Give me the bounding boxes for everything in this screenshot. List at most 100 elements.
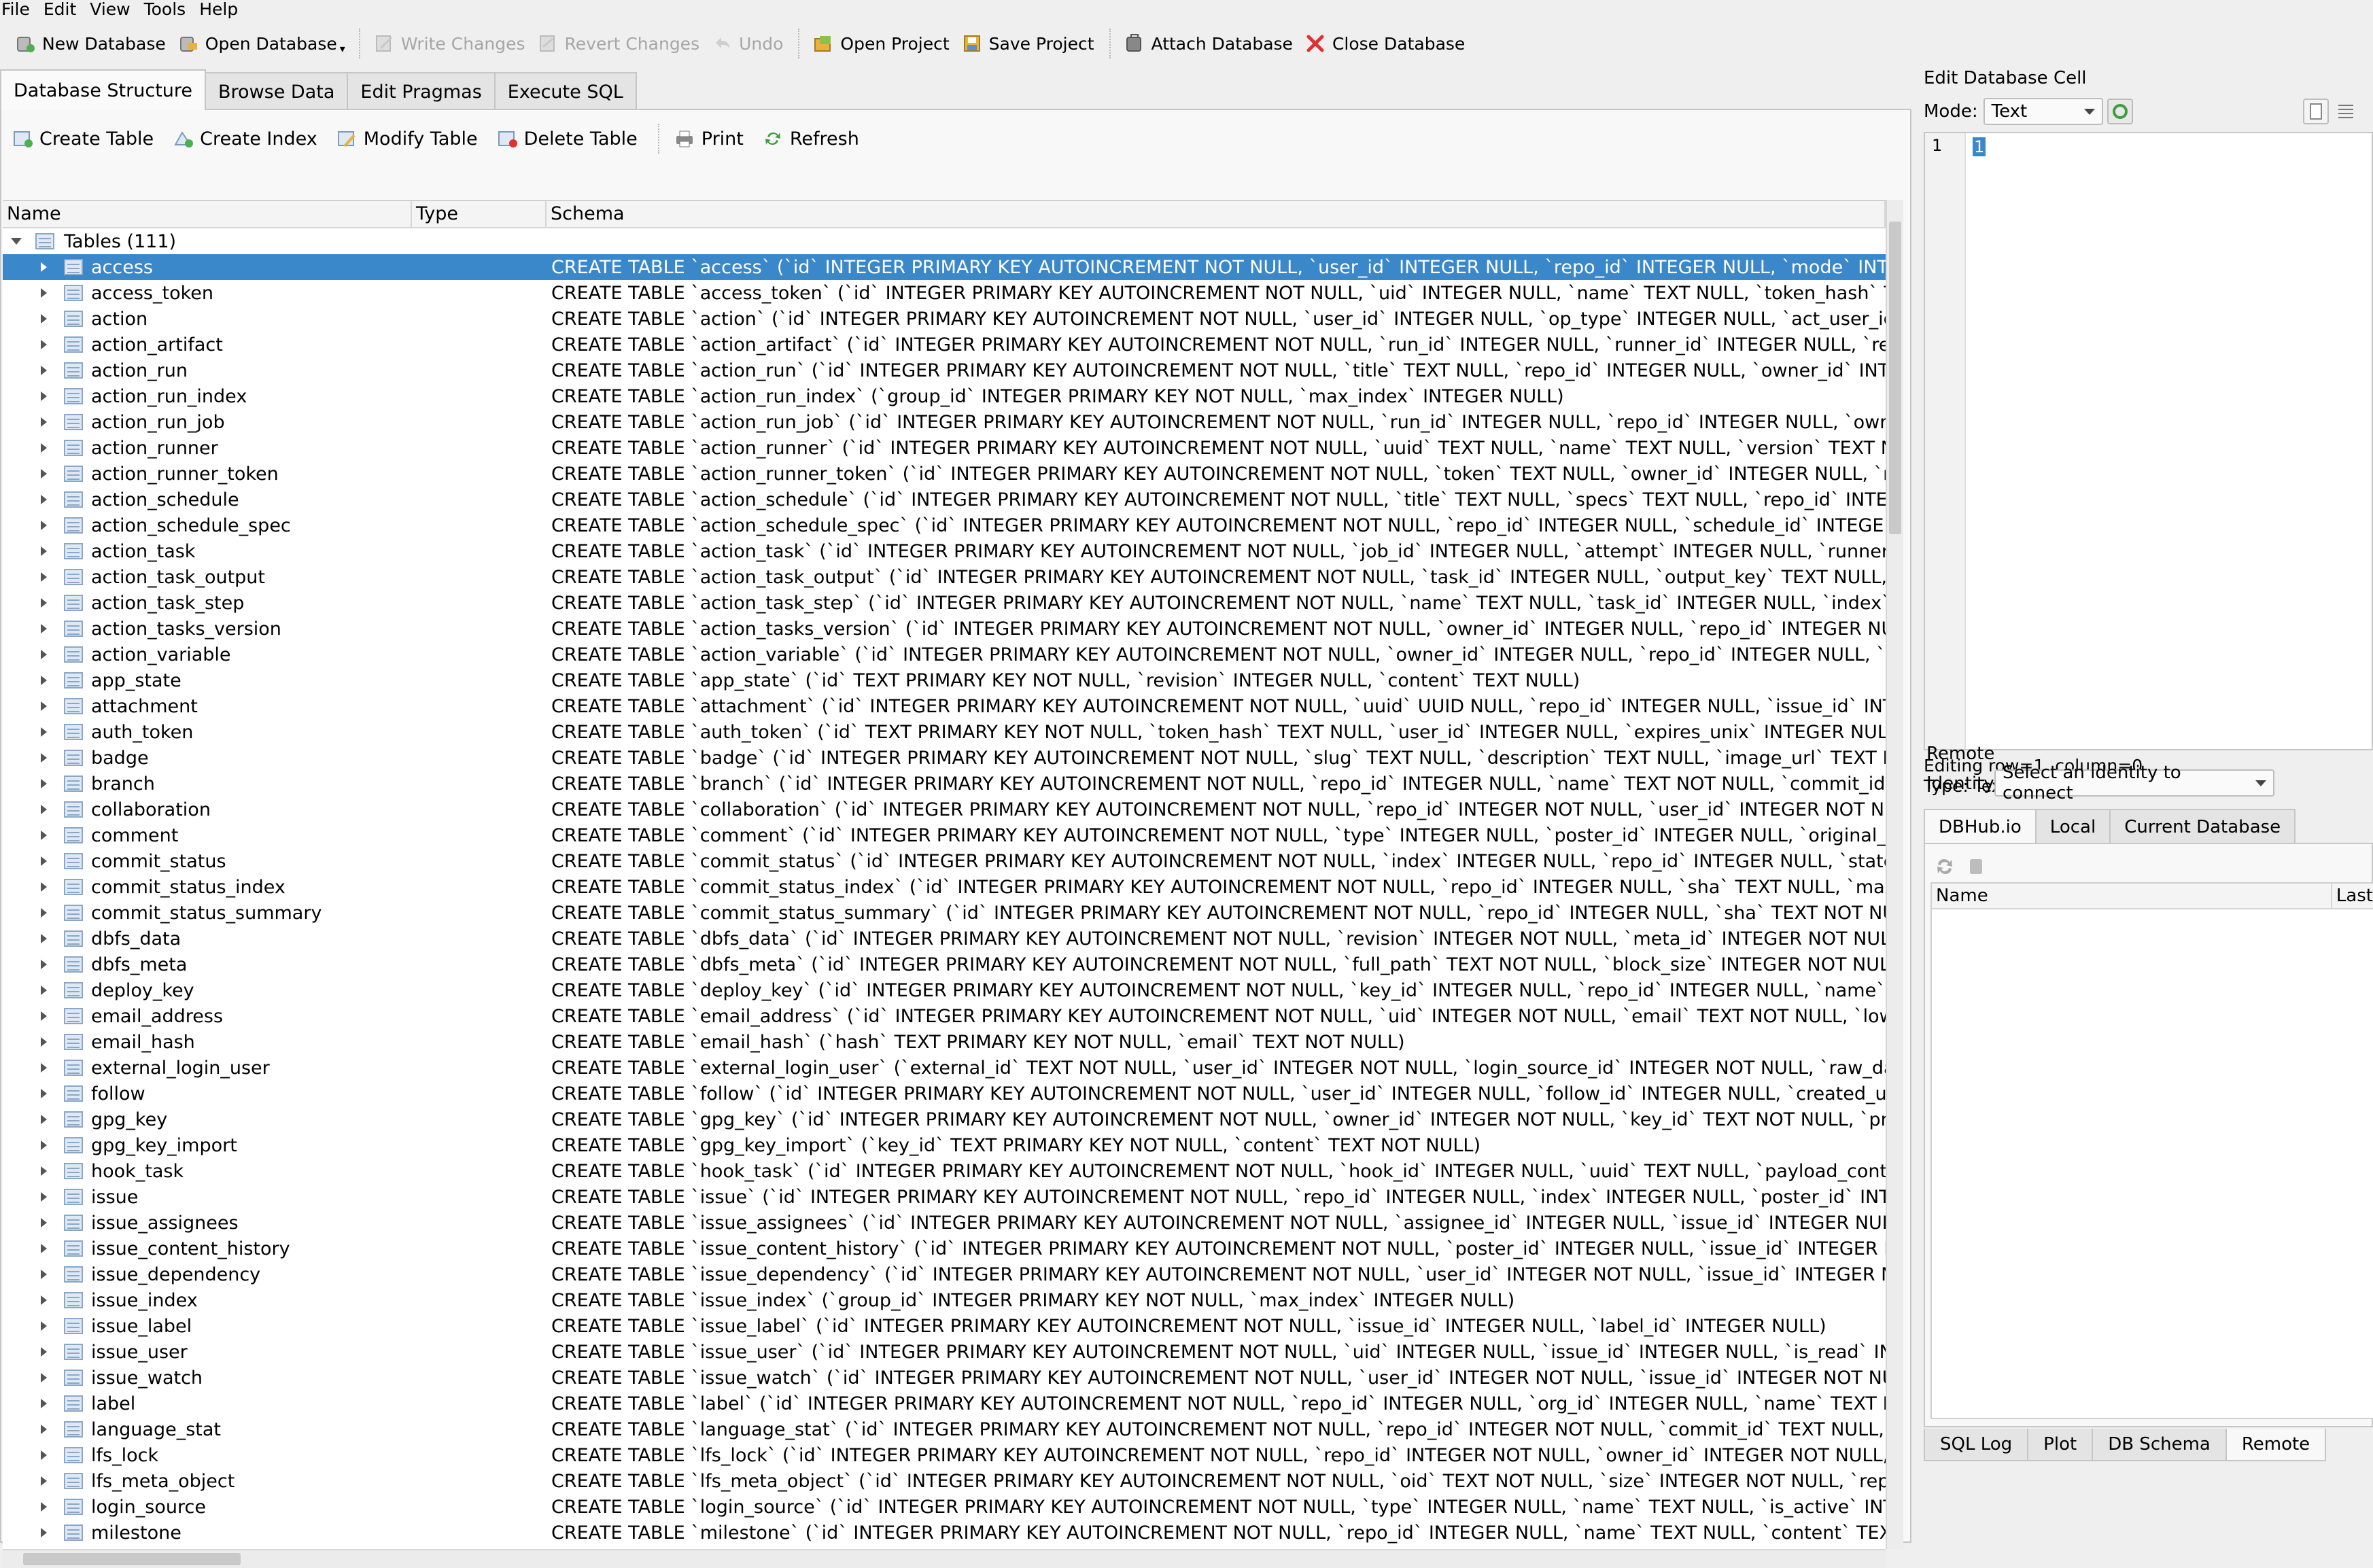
column-header-name[interactable]: Name xyxy=(3,201,412,227)
menu-view[interactable]: View xyxy=(87,0,141,18)
table-row[interactable]: issue_dependency CREATE TABLE `issue_depe… xyxy=(3,1261,1886,1287)
expand-arrow-icon[interactable] xyxy=(41,546,47,556)
expand-arrow-icon[interactable] xyxy=(41,288,47,298)
new-database-button[interactable]: New Database xyxy=(10,24,173,63)
expand-arrow-icon[interactable] xyxy=(41,1476,47,1486)
expand-arrow-icon[interactable] xyxy=(41,340,47,349)
table-row[interactable]: app_state CREATE TABLE `app_state` (`id` … xyxy=(3,667,1886,693)
schema-tree[interactable]: Name Type Schema Tables (111) access CREA… xyxy=(3,200,1886,1549)
expand-arrow-icon[interactable] xyxy=(41,676,47,685)
menu-help[interactable]: Help xyxy=(196,0,249,18)
tree-root-tables[interactable]: Tables (111) xyxy=(3,228,1886,254)
table-row[interactable]: commit_status CREATE TABLE `commit_status… xyxy=(3,848,1886,874)
expand-arrow-icon[interactable] xyxy=(41,1425,47,1434)
cell-value-text[interactable]: 1 xyxy=(1973,137,1986,156)
expand-arrow-icon[interactable] xyxy=(41,934,47,943)
table-row[interactable]: dbfs_meta CREATE TABLE `dbfs_meta` (`id` … xyxy=(3,952,1886,977)
expand-arrow-icon[interactable] xyxy=(41,1528,47,1537)
table-row[interactable]: action_runner_token CREATE TABLE `action_… xyxy=(3,461,1886,487)
expand-arrow-icon[interactable] xyxy=(41,391,47,401)
table-row[interactable]: action_schedule CREATE TABLE `action_sche… xyxy=(3,487,1886,512)
tab-database-structure[interactable]: Database Structure xyxy=(0,69,207,110)
tab-sql-log[interactable]: SQL Log xyxy=(1924,1429,2029,1461)
expand-arrow-icon[interactable] xyxy=(41,779,47,788)
tab-dbhub[interactable]: DBHub.io xyxy=(1924,809,2037,844)
export-icon[interactable] xyxy=(2336,101,2356,122)
table-row[interactable]: action_variable CREATE TABLE `action_vari… xyxy=(3,642,1886,667)
delete-table-button[interactable]: Delete Table xyxy=(490,120,650,158)
expand-arrow-icon[interactable] xyxy=(41,908,47,918)
expand-arrow-icon[interactable] xyxy=(41,831,47,840)
expand-arrow-icon[interactable] xyxy=(41,960,47,969)
write-changes-button[interactable]: Write Changes xyxy=(368,24,532,63)
expand-arrow-icon[interactable] xyxy=(41,1270,47,1279)
auto-format-icon[interactable] xyxy=(2107,99,2133,124)
table-row[interactable]: action_runner CREATE TABLE `action_runner… xyxy=(3,435,1886,461)
open-database-button[interactable]: Open Database xyxy=(173,24,344,63)
expand-arrow-icon[interactable] xyxy=(41,1089,47,1098)
table-row[interactable]: deploy_key CREATE TABLE `deploy_key` (`id… xyxy=(3,977,1886,1003)
column-header-schema[interactable]: Schema xyxy=(547,201,1886,227)
table-row[interactable]: gpg_key_import CREATE TABLE `gpg_key_impo… xyxy=(3,1132,1886,1158)
tab-execute-sql[interactable]: Execute SQL xyxy=(493,72,637,110)
tab-db-schema[interactable]: DB Schema xyxy=(2092,1429,2227,1461)
table-row[interactable]: follow CREATE TABLE `follow` (`id` INTEGE… xyxy=(3,1081,1886,1107)
table-row[interactable]: login_source CREATE TABLE `login_source` … xyxy=(3,1494,1886,1520)
tree-horizontal-scrollbar[interactable] xyxy=(3,1549,1886,1568)
table-row[interactable]: auth_token CREATE TABLE `auth_token` (`id… xyxy=(3,719,1886,745)
expand-arrow-icon[interactable] xyxy=(41,1115,47,1124)
print-button[interactable]: Print xyxy=(668,120,756,158)
expand-arrow-icon[interactable] xyxy=(41,314,47,324)
expand-arrow-icon[interactable] xyxy=(41,1450,47,1460)
table-row[interactable]: commit_status_summary CREATE TABLE `commi… xyxy=(3,900,1886,926)
table-row[interactable]: action_task CREATE TABLE `action_task` (`… xyxy=(3,538,1886,564)
table-row[interactable]: issue_content_history CREATE TABLE `issue… xyxy=(3,1236,1886,1261)
undo-button[interactable]: Undo xyxy=(706,24,790,63)
column-header-name[interactable]: Name xyxy=(1932,884,2332,908)
expand-arrow-icon[interactable] xyxy=(41,727,47,737)
table-row[interactable]: action CREATE TABLE `action` (`id` INTEGE… xyxy=(3,306,1886,332)
table-row[interactable]: comment CREATE TABLE `comment` (`id` INTE… xyxy=(3,822,1886,848)
expand-arrow-icon[interactable] xyxy=(41,856,47,866)
expand-arrow-icon[interactable] xyxy=(41,469,47,478)
table-row[interactable]: external_login_user CREATE TABLE `externa… xyxy=(3,1055,1886,1081)
table-row[interactable]: action_tasks_version CREATE TABLE `action… xyxy=(3,616,1886,642)
table-row[interactable]: commit_status_index CREATE TABLE `commit_… xyxy=(3,874,1886,900)
mode-select[interactable]: Text xyxy=(1983,98,2103,125)
table-row[interactable]: action_run CREATE TABLE `action_run` (`id… xyxy=(3,358,1886,383)
expand-arrow-icon[interactable] xyxy=(41,521,47,530)
table-row[interactable]: lfs_meta_object CREATE TABLE `lfs_meta_ob… xyxy=(3,1468,1886,1494)
expand-arrow-icon[interactable] xyxy=(41,417,47,427)
tab-browse-data[interactable]: Browse Data xyxy=(205,72,349,110)
table-row[interactable]: lfs_lock CREATE TABLE `lfs_lock` (`id` IN… xyxy=(3,1442,1886,1468)
table-row[interactable]: action_run_index CREATE TABLE `action_run… xyxy=(3,383,1886,409)
expand-arrow-icon[interactable] xyxy=(41,986,47,995)
expand-arrow-icon[interactable] xyxy=(41,701,47,711)
expand-arrow-icon[interactable] xyxy=(41,1399,47,1408)
table-row[interactable]: issue_watch CREATE TABLE `issue_watch` (`… xyxy=(3,1365,1886,1391)
table-row[interactable]: language_stat CREATE TABLE `language_stat… xyxy=(3,1416,1886,1442)
remote-list[interactable]: Name Last xyxy=(1930,882,2373,1419)
table-row[interactable]: attachment CREATE TABLE `attachment` (`id… xyxy=(3,693,1886,719)
expand-arrow-icon[interactable] xyxy=(41,1166,47,1176)
expand-arrow-icon[interactable] xyxy=(41,1244,47,1253)
expand-arrow-icon[interactable] xyxy=(41,1037,47,1047)
column-header-last[interactable]: Last xyxy=(2332,884,2373,908)
expand-arrow-icon[interactable] xyxy=(41,1140,47,1150)
table-row[interactable]: collaboration CREATE TABLE `collaboration… xyxy=(3,797,1886,822)
table-row[interactable]: issue_label CREATE TABLE `issue_label` (`… xyxy=(3,1313,1886,1339)
collapse-arrow-icon[interactable] xyxy=(11,238,22,245)
expand-arrow-icon[interactable] xyxy=(41,650,47,659)
expand-arrow-icon[interactable] xyxy=(41,1373,47,1382)
table-row[interactable]: action_schedule_spec CREATE TABLE `action… xyxy=(3,512,1886,538)
table-row[interactable]: dbfs_data CREATE TABLE `dbfs_data` (`id` … xyxy=(3,926,1886,952)
table-row[interactable]: email_hash CREATE TABLE `email_hash` (`ha… xyxy=(3,1029,1886,1055)
table-row[interactable]: action_task_step CREATE TABLE `action_tas… xyxy=(3,590,1886,616)
expand-arrow-icon[interactable] xyxy=(41,805,47,814)
tab-edit-pragmas[interactable]: Edit Pragmas xyxy=(347,72,496,110)
tab-local[interactable]: Local xyxy=(2034,809,2111,844)
column-header-type[interactable]: Type xyxy=(412,201,547,227)
table-row[interactable]: gpg_key CREATE TABLE `gpg_key` (`id` INTE… xyxy=(3,1107,1886,1132)
expand-arrow-icon[interactable] xyxy=(41,624,47,633)
vertical-scroll-thumb[interactable] xyxy=(1889,222,1901,534)
